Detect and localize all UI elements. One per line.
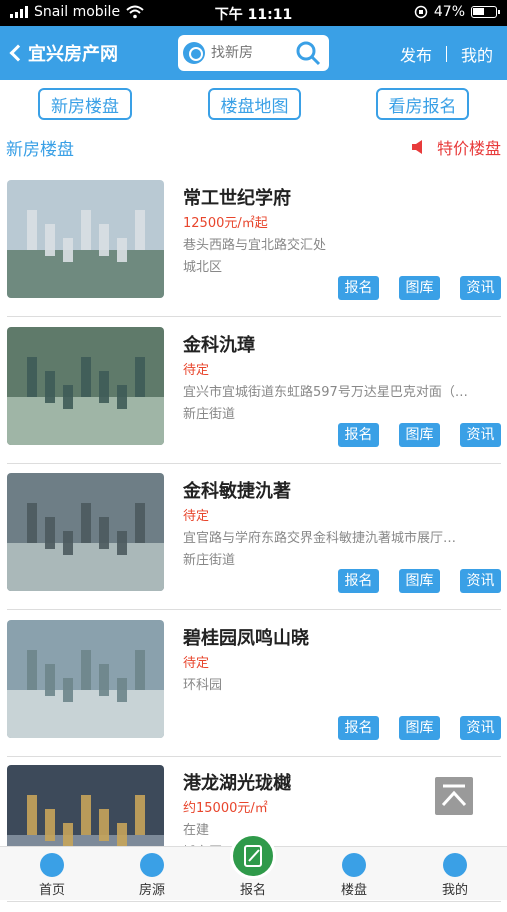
mine-link[interactable]: 我的 (461, 42, 493, 66)
tab-viewing-signup[interactable]: 看房报名 (376, 88, 469, 120)
listing-item[interactable]: 金科氿璋 待定 宜兴市宜城街道东虹路597号万达星巴克对面（… 新庄街道 报名 … (0, 327, 507, 474)
top-header: 宜兴房产网 发布 我的 (0, 26, 507, 80)
signup-center-button[interactable] (230, 833, 276, 879)
listing-address: 宜官路与学府东路交界金科敏捷氿著城市展厅… (183, 531, 457, 546)
listing-photo[interactable] (7, 620, 164, 738)
listing-name[interactable]: 金科敏捷氿著 (183, 477, 291, 503)
battery-percent: 47% (433, 4, 465, 20)
news-button[interactable]: 资讯 (460, 423, 501, 447)
nav-label: 楼盘 (340, 883, 367, 898)
listing-price: 约15000元/㎡ (183, 801, 268, 816)
search-icon[interactable] (295, 40, 321, 66)
home-icon (40, 853, 64, 877)
listing-item[interactable]: 金科敏捷氿著 待定 宜官路与学府东路交界金科敏捷氿著城市展厅… 新庄街道 报名 … (0, 473, 507, 620)
listing-item[interactable]: 常工世纪学府 12500元/㎡起 巷头西路与宜北路交汇处 城北区 报名 图库 资… (0, 180, 507, 327)
nav-buildings[interactable]: 楼盘 (314, 847, 394, 898)
back-to-top-button[interactable] (435, 777, 473, 815)
site-title: 宜兴房产网 (28, 44, 118, 65)
listing-price: 待定 (183, 363, 210, 378)
special-offer-link[interactable]: 特价楼盘 (411, 135, 501, 159)
signup-button[interactable]: 报名 (338, 716, 379, 740)
speaker-icon (411, 140, 422, 154)
tab-new-homes[interactable]: 新房楼盘 (38, 88, 132, 120)
news-button[interactable]: 资讯 (460, 569, 501, 593)
listing-photo[interactable] (7, 327, 164, 445)
nav-mine[interactable]: 我的 (415, 847, 495, 898)
divider (7, 901, 501, 902)
nav-label: 我的 (441, 883, 468, 898)
listing-photo[interactable] (7, 473, 164, 591)
gallery-button[interactable]: 图库 (399, 716, 440, 740)
battery-icon (471, 6, 500, 18)
signup-button[interactable]: 报名 (338, 569, 379, 593)
location-icon (183, 42, 205, 64)
publish-link[interactable]: 发布 (400, 42, 432, 66)
listing-address: 环科园 (183, 678, 223, 693)
listing-price: 待定 (183, 656, 210, 671)
rotation-lock-icon (414, 5, 428, 19)
listing-district: 新庄街道 (183, 407, 236, 422)
listing-district: 城北区 (183, 260, 223, 275)
listing-item[interactable]: 碧桂园凤鸣山晓 待定 环科园 报名 图库 资讯 (0, 620, 507, 767)
listing-price: 12500元/㎡起 (183, 216, 268, 231)
nav-label: 报名 (239, 883, 266, 898)
nav-label: 首页 (38, 883, 65, 898)
user-icon (443, 853, 467, 877)
divider (445, 46, 447, 62)
search-input[interactable] (211, 45, 301, 61)
signup-button[interactable]: 报名 (338, 276, 379, 300)
nav-home[interactable]: 首页 (12, 847, 92, 898)
building-icon (342, 853, 366, 877)
nav-label: 房源 (138, 883, 165, 898)
signup-button[interactable]: 报名 (338, 423, 379, 447)
search-box[interactable] (178, 35, 329, 71)
listing-name[interactable]: 金科氿璋 (183, 331, 255, 357)
listing-address: 宜兴市宜城街道东虹路597号万达星巴克对面（… (183, 385, 468, 400)
divider (7, 316, 501, 317)
section-header: 新房楼盘 特价楼盘 (0, 135, 507, 160)
news-button[interactable]: 资讯 (460, 716, 501, 740)
listing-price: 待定 (183, 509, 210, 524)
tab-map[interactable]: 楼盘地图 (208, 88, 301, 120)
gallery-button[interactable]: 图库 (399, 276, 440, 300)
back-button[interactable]: 宜兴房产网 (8, 40, 118, 66)
status-bar: Snail mobile 下午 11:11 47% (0, 0, 507, 26)
listing-address: 在建 (183, 823, 210, 838)
listing-district: 新庄街道 (183, 553, 236, 568)
house-icon (140, 853, 164, 877)
edit-icon (244, 845, 262, 867)
listing-name[interactable]: 港龙湖光珑樾 (183, 769, 291, 795)
listing-photo[interactable] (7, 180, 164, 298)
chevron-left-icon (9, 44, 27, 62)
special-offer-label: 特价楼盘 (436, 139, 501, 158)
arrow-up-icon (441, 784, 467, 807)
section-title: 新房楼盘 (6, 140, 74, 160)
gallery-button[interactable]: 图库 (399, 423, 440, 447)
divider (7, 463, 501, 464)
listing-name[interactable]: 碧桂园凤鸣山晓 (183, 624, 309, 650)
news-button[interactable]: 资讯 (460, 276, 501, 300)
gallery-button[interactable]: 图库 (399, 569, 440, 593)
listing-name[interactable]: 常工世纪学府 (183, 184, 291, 210)
nav-listings[interactable]: 房源 (112, 847, 192, 898)
divider (7, 756, 501, 757)
listing-address: 巷头西路与宜北路交汇处 (183, 238, 327, 253)
divider (7, 609, 501, 610)
